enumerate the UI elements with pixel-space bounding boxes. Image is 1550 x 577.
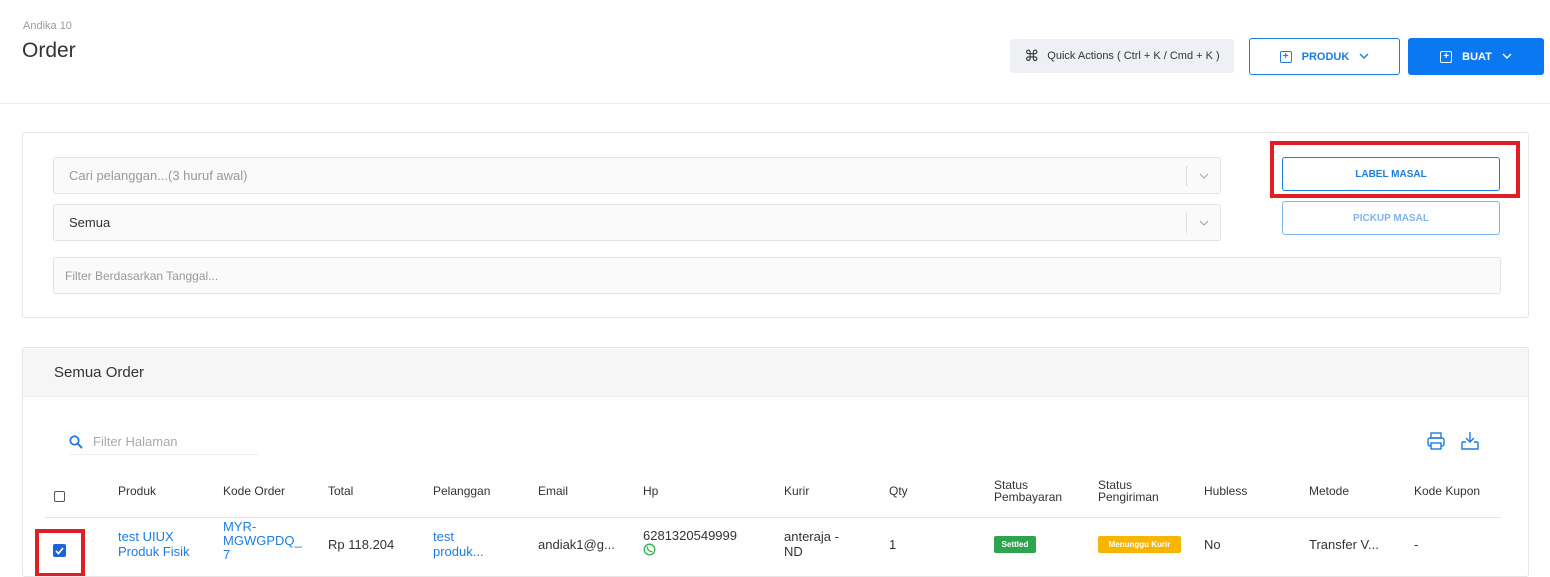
page-filter-placeholder: Filter Halaman	[93, 434, 178, 449]
produk-button[interactable]: + PRODUK	[1249, 38, 1400, 75]
column-header-hp[interactable]: Hp	[643, 485, 658, 497]
chevron-down-icon[interactable]	[1186, 166, 1220, 186]
courier-value: anteraja - ND	[784, 529, 839, 559]
orders-title: Semua Order	[23, 348, 1528, 397]
plus-box-icon: +	[1279, 50, 1292, 63]
customer-select-placeholder: Cari pelanggan...(3 huruf awal)	[69, 168, 248, 183]
quick-actions-label: Quick Actions ( Ctrl + K / Cmd + K )	[1047, 50, 1220, 62]
search-icon	[69, 434, 83, 448]
highlight-frame	[35, 529, 85, 576]
order-code-line: MYR-	[223, 519, 257, 534]
column-header-hubless[interactable]: Hubless	[1204, 485, 1247, 497]
courier-line: ND	[784, 544, 803, 559]
plus-box-icon: +	[1440, 50, 1453, 63]
order-code-link[interactable]: MYR- MGWGPDQ_ 7	[223, 520, 302, 562]
command-icon: ⌘	[1024, 48, 1040, 65]
product-line: test UIUX	[118, 529, 174, 544]
column-header-email[interactable]: Email	[538, 485, 568, 497]
column-header-qty[interactable]: Qty	[889, 485, 908, 497]
column-header-total[interactable]: Total	[328, 485, 353, 497]
customer-line: test	[433, 529, 454, 544]
phone-value: 6281320549999	[643, 528, 737, 543]
date-filter-input[interactable]: Filter Berdasarkan Tanggal...	[53, 257, 1501, 294]
status-select[interactable]: Semua	[53, 204, 1221, 241]
orders-card: Semua Order Filter Halaman Produk Kode O…	[22, 347, 1529, 577]
page-header: Andika 10 Order ⌘ Quick Actions ( Ctrl +…	[0, 0, 1550, 104]
status-select-value: Semua	[69, 215, 111, 230]
print-icon[interactable]	[1425, 430, 1447, 452]
buat-button[interactable]: + BUAT	[1408, 38, 1544, 75]
chevron-down-icon	[1502, 51, 1512, 62]
payment-status-badge: Settled	[994, 536, 1036, 553]
email-value: andiak1@g...	[538, 537, 615, 552]
buat-label: BUAT	[1462, 50, 1492, 63]
shipping-status-badge: Menunggu Kurir	[1098, 536, 1181, 553]
payment-method-value: Transfer V...	[1309, 537, 1379, 552]
column-header-pelanggan[interactable]: Pelanggan	[433, 485, 490, 497]
whatsapp-icon[interactable]	[643, 543, 737, 559]
header-line: Pembayaran	[994, 490, 1063, 504]
customer-select[interactable]: Cari pelanggan...(3 huruf awal)	[53, 157, 1221, 194]
column-header-kurir[interactable]: Kurir	[784, 485, 809, 497]
row-divider	[45, 517, 1501, 518]
column-header-status-pembayaran[interactable]: Status Pembayaran	[994, 479, 1062, 503]
breadcrumb[interactable]: Andika 10	[23, 20, 72, 32]
select-all-checkbox[interactable]	[54, 491, 65, 502]
courier-line: anteraja -	[784, 529, 839, 544]
column-header-kode-order[interactable]: Kode Order	[223, 485, 285, 497]
pickup-masal-button[interactable]: PICKUP MASAL	[1282, 201, 1500, 235]
column-header-produk[interactable]: Produk	[118, 485, 156, 497]
customer-link[interactable]: test produk...	[433, 529, 484, 559]
filter-card: Cari pelanggan...(3 huruf awal) Semua Fi…	[22, 132, 1529, 318]
order-code-line: MGWGPDQ_	[223, 533, 302, 548]
header-line: Pengiriman	[1098, 490, 1159, 504]
coupon-code-value: -	[1414, 537, 1419, 552]
total-value: Rp 118.204	[328, 537, 395, 552]
page-filter-input[interactable]: Filter Halaman	[69, 429, 259, 455]
column-header-metode[interactable]: Metode	[1309, 485, 1349, 497]
produk-label: PRODUK	[1301, 50, 1350, 63]
chevron-down-icon	[1359, 51, 1369, 62]
qty-value: 1	[889, 537, 897, 552]
download-icon[interactable]	[1459, 430, 1481, 452]
product-line: Produk Fisik	[118, 544, 190, 559]
order-code-line: 7	[223, 547, 231, 562]
chevron-down-icon[interactable]	[1186, 213, 1220, 233]
hubless-value: No	[1204, 537, 1221, 552]
quick-actions-button[interactable]: ⌘ Quick Actions ( Ctrl + K / Cmd + K )	[1010, 39, 1234, 73]
highlight-frame	[1270, 141, 1520, 198]
column-header-kode-kupon[interactable]: Kode Kupon	[1414, 485, 1480, 497]
column-header-status-pengiriman[interactable]: Status Pengiriman	[1098, 479, 1159, 503]
date-filter-placeholder: Filter Berdasarkan Tanggal...	[65, 268, 219, 283]
page-title: Order	[22, 39, 76, 62]
product-link[interactable]: test UIUX Produk Fisik	[118, 529, 190, 559]
customer-line: produk...	[433, 544, 484, 559]
phone-cell: 6281320549999	[643, 528, 737, 559]
